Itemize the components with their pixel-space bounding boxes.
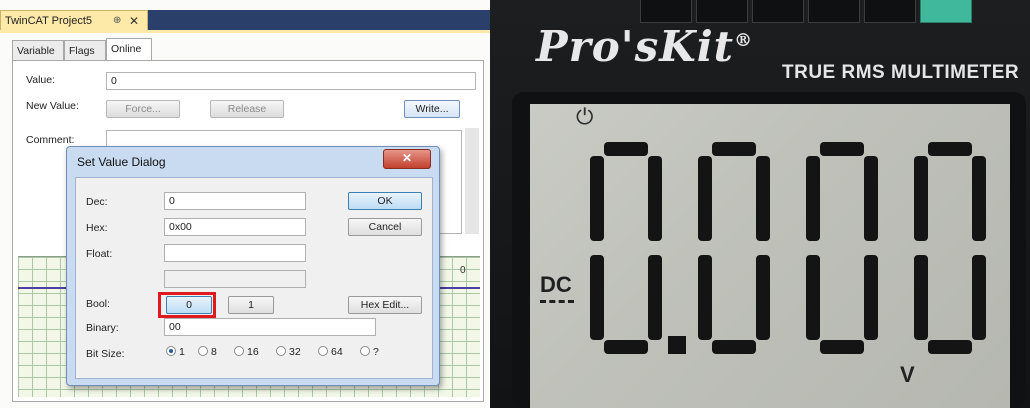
document-tab-title: TwinCAT Project5 — [5, 15, 93, 27]
model-subtitle: TRUE RMS MULTIMETER — [782, 62, 1020, 83]
power-icon: ⏻ — [576, 104, 594, 129]
close-icon[interactable]: ✕ — [129, 11, 139, 31]
radio-icon — [234, 346, 244, 357]
dialog-title: Set Value Dialog — [77, 155, 166, 169]
lcd-segment — [972, 156, 986, 241]
hex-field[interactable]: 0x00 — [164, 218, 306, 236]
key — [808, 0, 860, 23]
bitsize-label: Bit Size: — [86, 348, 125, 360]
lcd-segment — [914, 156, 928, 241]
dc-indicator: DC — [540, 272, 572, 297]
key — [696, 0, 748, 23]
lcd-segment — [928, 142, 972, 156]
float-field[interactable] — [164, 244, 306, 262]
radio-icon — [166, 346, 176, 357]
bitsize-radio-64[interactable]: 64 — [318, 346, 343, 358]
ok-button[interactable]: OK — [348, 192, 422, 210]
pin-icon[interactable]: ⊕ — [113, 11, 121, 31]
chart-marker: 0 — [460, 265, 466, 276]
hex-label: Hex: — [86, 222, 108, 234]
tab-flags[interactable]: Flags — [64, 40, 106, 60]
bitsize-radio-16[interactable]: 16 — [234, 346, 259, 358]
lcd-segment — [806, 255, 820, 340]
document-tab[interactable]: TwinCAT Project5 ⊕ ✕ — [0, 10, 148, 30]
lcd-segment — [648, 255, 662, 340]
lcd-segment — [590, 156, 604, 241]
lcd-digit-1 — [698, 142, 770, 354]
twincat-window: TwinCAT Project5 ⊕ ✕ Variable Flags Onli… — [0, 0, 490, 408]
bitsize-radio-32[interactable]: 32 — [276, 346, 301, 358]
lcd-segment — [604, 340, 648, 354]
set-value-dialog: Set Value Dialog ✕ Dec: 0 Hex: 0x00 Floa… — [66, 146, 440, 386]
lcd-digit-0 — [590, 142, 662, 354]
tab-variable[interactable]: Variable — [12, 40, 64, 60]
write-button[interactable]: Write... — [404, 100, 460, 118]
dc-dash-icon — [540, 300, 574, 307]
lcd-segment — [864, 255, 878, 340]
lcd-digit-3 — [914, 142, 986, 354]
radio-icon — [318, 346, 328, 357]
highlight-box — [158, 292, 216, 318]
dec-field[interactable]: 0 — [164, 192, 306, 210]
float-extra-field — [164, 270, 306, 288]
bitsize-radio-8[interactable]: 8 — [198, 346, 217, 358]
unit-indicator: V — [900, 362, 915, 387]
radio-icon — [198, 346, 208, 357]
brand-logo: Pro'sKit® — [536, 22, 754, 71]
lcd-segment — [914, 255, 928, 340]
bool-true-button[interactable]: 1 — [228, 296, 274, 314]
multimeter-photo: Pro'sKit® TRUE RMS MULTIMETER ⏻ DC V — [490, 0, 1030, 408]
bitsize-radio-1[interactable]: 1 — [166, 346, 185, 358]
bool-label: Bool: — [86, 298, 110, 310]
lcd-segment — [864, 156, 878, 241]
dialog-close-button[interactable]: ✕ — [383, 149, 431, 169]
radio-icon — [360, 346, 370, 357]
key-green — [920, 0, 972, 23]
lcd-segment — [712, 142, 756, 156]
dec-label: Dec: — [86, 196, 108, 208]
lcd-reading — [590, 142, 986, 354]
lcd-digit-2 — [806, 142, 878, 354]
lcd-segment — [972, 255, 986, 340]
hex-edit-button[interactable]: Hex Edit... — [348, 296, 422, 314]
bitsize-radio-auto[interactable]: ? — [360, 346, 379, 358]
cancel-button[interactable]: Cancel — [348, 218, 422, 236]
comment-scrollbar[interactable] — [465, 128, 479, 234]
radio-icon — [276, 346, 286, 357]
decimal-point — [668, 336, 686, 354]
value-label: Value: — [26, 74, 55, 86]
value-field: 0 — [106, 72, 476, 90]
comment-label: Comment: — [26, 134, 75, 146]
binary-label: Binary: — [86, 322, 119, 334]
key — [864, 0, 916, 23]
lcd-segment — [806, 156, 820, 241]
tab-underline — [0, 30, 490, 33]
key — [640, 0, 692, 23]
tabbar-background — [148, 10, 490, 30]
lcd-segment — [698, 156, 712, 241]
lcd-segment — [590, 255, 604, 340]
lcd-segment — [820, 340, 864, 354]
lcd-segment — [756, 156, 770, 241]
release-button[interactable]: Release — [210, 100, 284, 118]
lcd-segment — [928, 340, 972, 354]
force-button[interactable]: Force... — [106, 100, 180, 118]
key — [752, 0, 804, 23]
lcd-segment — [756, 255, 770, 340]
tab-online[interactable]: Online — [106, 38, 152, 60]
lcd-segment — [820, 142, 864, 156]
new-value-label: New Value: — [26, 100, 79, 112]
lcd-segment — [648, 156, 662, 241]
lcd-segment — [698, 255, 712, 340]
lcd-segment — [712, 340, 756, 354]
binary-field[interactable]: 00 — [164, 318, 376, 336]
lcd-segment — [604, 142, 648, 156]
dialog-body: Dec: 0 Hex: 0x00 Float: Bool: 0 1 Binary… — [75, 177, 433, 379]
float-label: Float: — [86, 248, 113, 260]
